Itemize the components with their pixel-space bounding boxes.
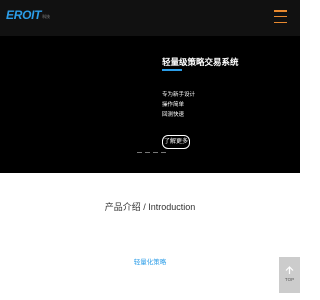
hero-feature-item: 回测快速: [162, 112, 185, 118]
carousel-dot[interactable]: [145, 152, 150, 153]
back-to-top-button[interactable]: TOP: [279, 257, 300, 293]
logo-subtext: 科技: [42, 14, 51, 19]
learn-more-button[interactable]: 了解更多: [162, 135, 190, 149]
carousel-dot[interactable]: [153, 152, 158, 153]
carousel-indicators: [137, 152, 166, 153]
product-link[interactable]: 轻量化策略: [0, 256, 300, 266]
brand-logo[interactable]: EROIT 科技: [6, 9, 50, 21]
arrow-up-icon: [285, 265, 294, 274]
section-title: 产品介绍 / Introduction: [104, 202, 196, 212]
header-bar: EROIT 科技: [0, 0, 300, 36]
menu-icon[interactable]: [274, 10, 287, 23]
hero-title-underline: [162, 69, 182, 71]
logo-text: EROIT: [6, 8, 42, 22]
carousel-dot[interactable]: [161, 152, 166, 153]
hero-title: 轻量级策略交易系统: [162, 57, 239, 67]
hero-feature-list: 专为新手设计 操作简单 回测快速: [162, 90, 195, 120]
hero-banner: 轻量级策略交易系统 专为新手设计 操作简单 回测快速 了解更多: [0, 36, 300, 173]
back-to-top-label: TOP: [284, 276, 295, 282]
hero-feature-item: 专为新手设计: [162, 92, 196, 98]
hero-feature-item: 操作简单: [162, 102, 185, 108]
carousel-dot[interactable]: [137, 152, 142, 153]
